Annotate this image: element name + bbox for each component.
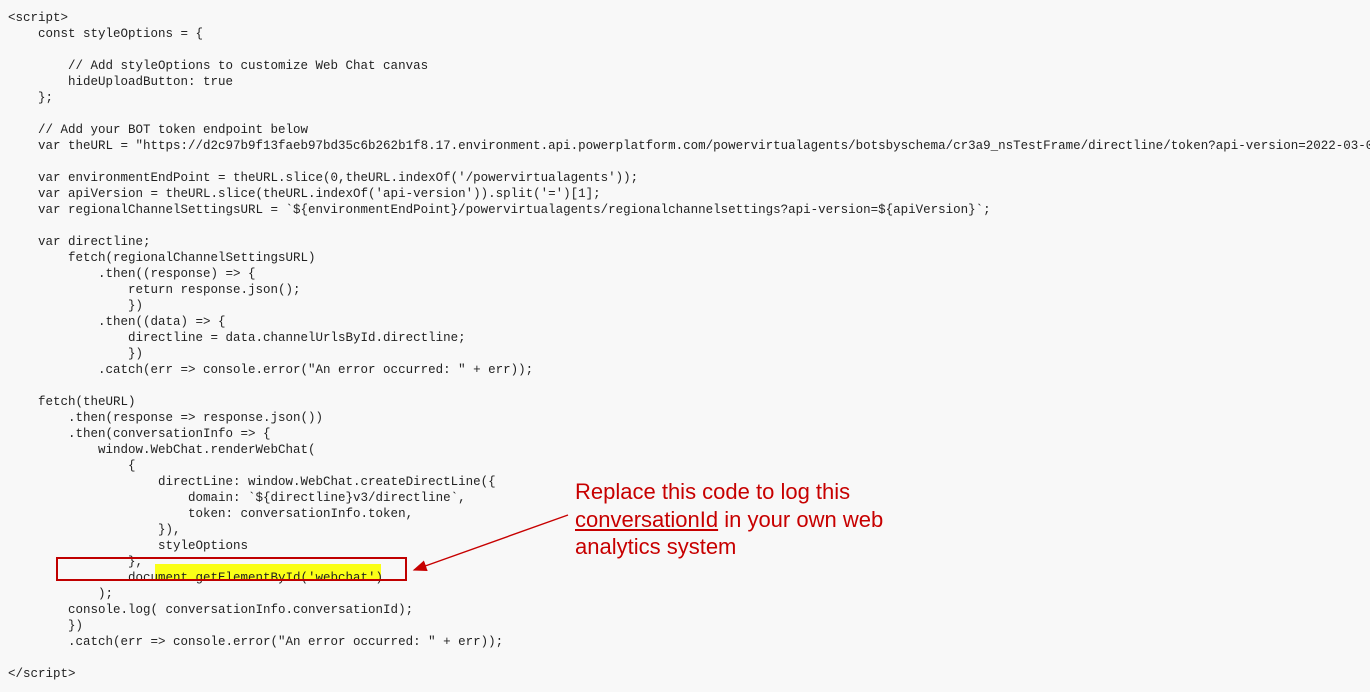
code-line: fetch(regionalChannelSettingsURL): [8, 251, 316, 265]
code-line: token: conversationInfo.token,: [8, 507, 413, 521]
code-line: // Add styleOptions to customize Web Cha…: [8, 59, 428, 73]
code-line: </script>: [8, 667, 76, 681]
code-line: var directline;: [8, 235, 151, 249]
code-line: var regionalChannelSettingsURL = `${envi…: [8, 203, 991, 217]
code-line: document.getElementById('webchat'): [8, 571, 383, 585]
code-block: <script> const styleOptions = { // Add s…: [8, 10, 1362, 682]
code-line: // Add your BOT token endpoint below: [8, 123, 308, 137]
code-line: }),: [8, 523, 181, 537]
code-line: directline = data.channelUrlsById.direct…: [8, 331, 466, 345]
callout-text-underlined: conversationId: [575, 507, 718, 532]
callout-text-part: Replace this code to log this: [575, 479, 850, 504]
code-line: window.WebChat.renderWebChat(: [8, 443, 316, 457]
code-line: console.log( conversationInfo.conversati…: [8, 603, 413, 617]
code-line: );: [8, 587, 113, 601]
code-line: <script>: [8, 11, 68, 25]
code-line: }): [8, 347, 143, 361]
code-line: var theURL = "https://d2c97b9f13faeb97bd…: [8, 139, 1370, 153]
code-line: const styleOptions = {: [8, 27, 203, 41]
callout-arrow-icon: [0, 0, 1, 1]
code-line: .then((response) => {: [8, 267, 256, 281]
code-line: fetch(theURL): [8, 395, 136, 409]
code-line: .catch(err => console.error("An error oc…: [8, 635, 503, 649]
code-line: .then((data) => {: [8, 315, 226, 329]
code-line: hideUploadButton: true: [8, 75, 233, 89]
code-line: directLine: window.WebChat.createDirectL…: [8, 475, 496, 489]
code-line: var environmentEndPoint = theURL.slice(0…: [8, 171, 638, 185]
code-line: }): [8, 299, 143, 313]
code-line: var apiVersion = theURL.slice(theURL.ind…: [8, 187, 601, 201]
code-line: .then(response => response.json()): [8, 411, 323, 425]
code-line: .catch(err => console.error("An error oc…: [8, 363, 533, 377]
callout-text: Replace this code to log this conversati…: [575, 478, 935, 561]
code-line: .then(conversationInfo => {: [8, 427, 271, 441]
code-line: },: [8, 555, 143, 569]
code-line: {: [8, 459, 136, 473]
code-line: };: [8, 91, 53, 105]
code-line: domain: `${directline}v3/directline`,: [8, 491, 466, 505]
code-line: return response.json();: [8, 283, 301, 297]
code-line: styleOptions: [8, 539, 248, 553]
code-line: }): [8, 619, 83, 633]
